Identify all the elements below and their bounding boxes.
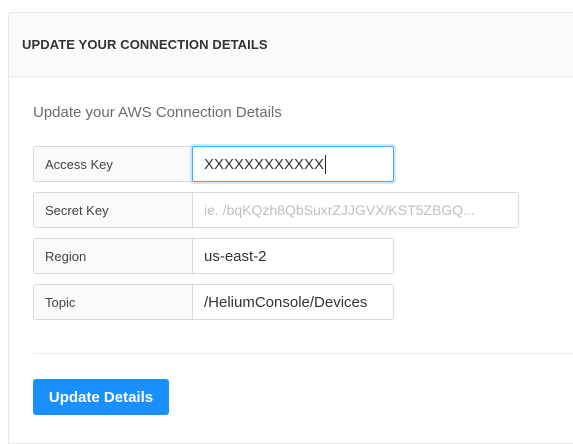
access-key-value: XXXXXXXXXXXX [204, 155, 325, 173]
region-input[interactable]: us-east-2 [192, 238, 394, 274]
topic-row: Topic /HeliumConsole/Devices [33, 284, 394, 320]
connection-details-card: UPDATE YOUR CONNECTION DETAILS Update yo… [8, 12, 573, 444]
topic-label: Topic [33, 284, 192, 320]
region-row: Region us-east-2 [33, 238, 394, 274]
access-key-input[interactable]: XXXXXXXXXXXX [192, 146, 394, 182]
card-title: UPDATE YOUR CONNECTION DETAILS [22, 37, 268, 52]
secret-key-input[interactable]: ie. /bqKQzh8QbSuxrZJJGVX/KST5ZBGQ... [192, 192, 519, 228]
update-details-button[interactable]: Update Details [33, 379, 169, 415]
card-header: UPDATE YOUR CONNECTION DETAILS [9, 13, 573, 77]
secret-key-label: Secret Key [33, 192, 192, 228]
secret-key-row: Secret Key ie. /bqKQzh8QbSuxrZJJGVX/KST5… [33, 192, 519, 228]
text-caret [325, 154, 327, 174]
region-label: Region [33, 238, 192, 274]
access-key-row: Access Key XXXXXXXXXXXX [33, 146, 394, 182]
access-key-label: Access Key [33, 146, 192, 182]
section-divider [33, 353, 573, 354]
card-subtitle: Update your AWS Connection Details [33, 104, 282, 121]
topic-input[interactable]: /HeliumConsole/Devices [192, 284, 394, 320]
